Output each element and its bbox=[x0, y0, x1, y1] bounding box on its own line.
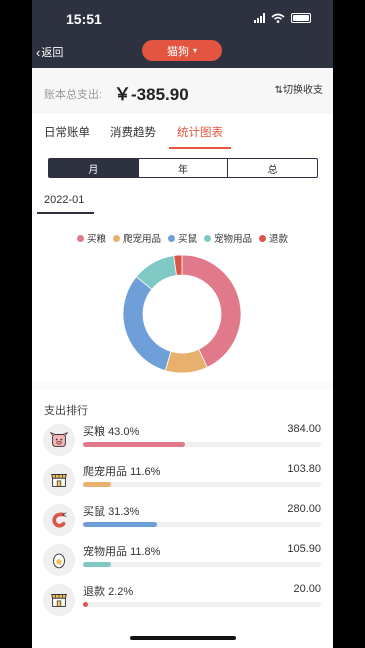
legend-label: 买粮 bbox=[86, 234, 106, 245]
legend-label: 爬宠用品 bbox=[122, 234, 161, 245]
legend-dot bbox=[112, 234, 120, 242]
donut-chart bbox=[122, 254, 242, 374]
donut-slice[interactable] bbox=[122, 276, 172, 372]
progress-track bbox=[83, 522, 321, 527]
shrimp-icon bbox=[43, 504, 75, 536]
category-percent: 2.2% bbox=[108, 586, 134, 598]
category-name: 买鼠 bbox=[83, 506, 105, 518]
caret-down-icon: ▾ bbox=[192, 46, 197, 55]
category-percent: 11.6% bbox=[130, 466, 161, 478]
section-divider bbox=[32, 382, 333, 390]
ledger-selector[interactable]: 猫狗 ▾ bbox=[142, 40, 222, 61]
legend-item: 爬宠用品 bbox=[112, 231, 161, 245]
category-name: 退款 bbox=[83, 586, 105, 598]
category-name: 买粮 bbox=[83, 426, 105, 438]
switch-income-expense-button[interactable]: ⇅切换收支 bbox=[275, 81, 323, 96]
progress-track bbox=[83, 602, 321, 607]
category-amount: 103.80 bbox=[287, 463, 321, 475]
total-expense-label: 账本总支出: bbox=[44, 89, 103, 101]
legend-label: 宠物用品 bbox=[214, 234, 253, 245]
tab-daily-bills[interactable]: 日常账单 bbox=[44, 124, 90, 140]
selected-month[interactable]: 2022-01 bbox=[44, 194, 84, 206]
period-month-button[interactable]: 月 bbox=[49, 159, 138, 177]
ranking-row[interactable]: 爬宠用品 11.6% 103.80 bbox=[32, 460, 333, 500]
chart-legend: 买粮 爬宠用品 买鼠 宠物用品 退款 bbox=[32, 231, 333, 245]
ranking-name: 买鼠 31.3% bbox=[83, 503, 139, 519]
legend-dot bbox=[204, 234, 211, 242]
tab-statistics-chart[interactable]: 统计图表 bbox=[177, 124, 223, 140]
legend-dot bbox=[167, 234, 175, 242]
ranking-name: 爬宠用品 11.6% bbox=[83, 463, 160, 479]
back-label: 返回 bbox=[41, 47, 64, 59]
top-bar: 15:51 ‹ 返回 猫狗 ▾ bbox=[32, 0, 333, 68]
progress-track bbox=[83, 562, 321, 567]
progress-fill bbox=[83, 522, 158, 527]
signal-icon bbox=[254, 13, 265, 23]
tab-spending-trend[interactable]: 消费趋势 bbox=[110, 124, 156, 140]
donut-slice[interactable] bbox=[181, 254, 242, 368]
category-name: 爬宠用品 bbox=[83, 466, 127, 478]
ranking-row[interactable]: 买粮 43.0% 384.00 bbox=[32, 420, 333, 460]
period-selector: 月 年 总 bbox=[48, 158, 318, 178]
dog-food-icon bbox=[43, 424, 75, 456]
category-percent: 11.8% bbox=[130, 546, 161, 558]
category-amount: 280.00 bbox=[287, 503, 321, 515]
month-underline bbox=[37, 212, 94, 214]
ranking-row[interactable]: 退款 2.2% 20.00 bbox=[32, 580, 333, 620]
legend-item: 买鼠 bbox=[167, 231, 197, 245]
progress-track bbox=[83, 442, 321, 447]
shop-icon bbox=[43, 584, 75, 616]
progress-fill bbox=[83, 482, 111, 487]
ranking-name: 买粮 43.0% bbox=[83, 423, 139, 439]
period-year-button[interactable]: 年 bbox=[137, 159, 228, 177]
legend-item: 宠物用品 bbox=[204, 231, 252, 245]
category-amount: 105.90 bbox=[287, 543, 321, 555]
total-expense-value: ￥-385.90 bbox=[114, 85, 189, 104]
status-icons bbox=[254, 13, 311, 23]
legend-item: 买粮 bbox=[76, 231, 106, 245]
progress-fill bbox=[83, 442, 186, 447]
wifi-icon bbox=[271, 13, 285, 23]
summary-bar: 账本总支出: ￥-385.90 ⇅切换收支 bbox=[32, 68, 333, 114]
legend-item: 退款 bbox=[259, 231, 288, 245]
legend-label: 买鼠 bbox=[177, 234, 197, 245]
legend-dot bbox=[259, 234, 267, 242]
legend-label: 退款 bbox=[269, 234, 289, 245]
active-tab-indicator bbox=[169, 147, 231, 149]
period-total-button[interactable]: 总 bbox=[227, 159, 317, 177]
status-time: 15:51 bbox=[66, 11, 102, 27]
category-amount: 20.00 bbox=[293, 583, 321, 595]
ledger-title: 猫狗 bbox=[166, 45, 189, 58]
home-indicator bbox=[130, 636, 236, 640]
category-percent: 43.0% bbox=[108, 426, 140, 438]
legend-dot bbox=[76, 234, 84, 242]
chevron-left-icon: ‹ bbox=[36, 44, 41, 60]
egg-icon bbox=[43, 544, 75, 576]
ranking-name: 退款 2.2% bbox=[83, 583, 133, 599]
progress-fill bbox=[83, 562, 112, 567]
view-tabs: 日常账单 消费趋势 统计图表 bbox=[32, 114, 333, 150]
back-button[interactable]: ‹ 返回 bbox=[36, 44, 63, 60]
category-percent: 31.3% bbox=[108, 506, 140, 518]
ranking-row[interactable]: 买鼠 31.3% 280.00 bbox=[32, 500, 333, 540]
ranking-name: 宠物用品 11.8% bbox=[83, 543, 160, 559]
shop-icon bbox=[43, 464, 75, 496]
statistics-panel: 月 年 总 2022-01 买粮 爬宠用品 买鼠 宠物用品 退款 支出排行 买粮 43.… bbox=[32, 150, 333, 648]
progress-fill bbox=[83, 602, 89, 607]
category-amount: 384.00 bbox=[287, 423, 321, 435]
progress-track bbox=[83, 482, 321, 487]
ranking-title: 支出排行 bbox=[44, 405, 88, 417]
phone-screen: 15:51 ‹ 返回 猫狗 ▾ 账本总支出: ￥-385.90 ⇅切换收支 日常… bbox=[32, 0, 333, 648]
category-name: 宠物用品 bbox=[83, 546, 127, 558]
battery-icon bbox=[291, 13, 311, 23]
ranking-row[interactable]: 宠物用品 11.8% 105.90 bbox=[32, 540, 333, 580]
